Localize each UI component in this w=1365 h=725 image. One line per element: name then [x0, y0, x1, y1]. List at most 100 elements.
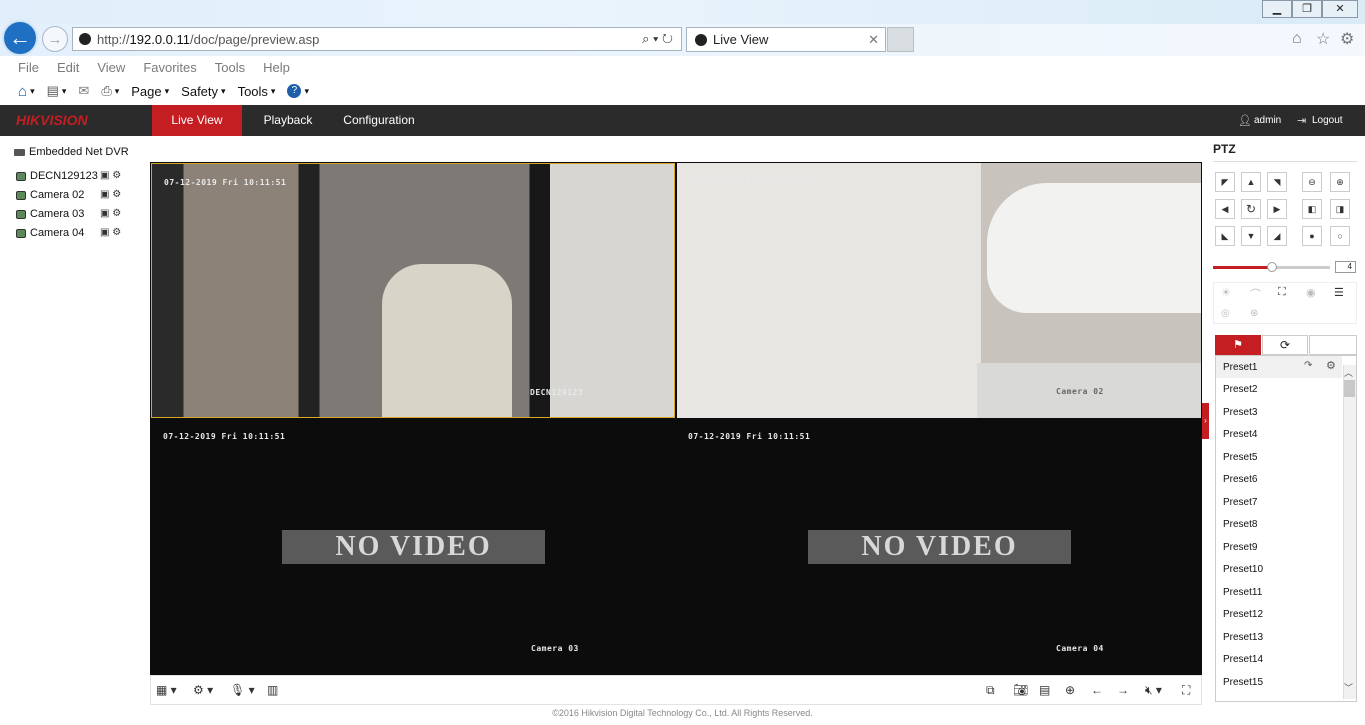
zoom-in-icon[interactable]: ⊕: [1330, 172, 1350, 192]
preset-item[interactable]: Preset4: [1223, 429, 1257, 440]
ptz-up-button[interactable]: ▲: [1241, 172, 1261, 192]
preset-item[interactable]: Preset1: [1223, 362, 1257, 373]
ptz-auto-button[interactable]: ↻: [1241, 199, 1261, 219]
speed-value[interactable]: 4: [1335, 261, 1356, 273]
focus-far-icon[interactable]: ◨: [1330, 199, 1350, 219]
preset-item[interactable]: Preset14: [1223, 654, 1263, 665]
preset-item[interactable]: Preset15: [1223, 677, 1263, 688]
channel-item[interactable]: Camera 03: [16, 208, 84, 220]
digital-zoom-icon[interactable]: ⊕: [1065, 683, 1075, 697]
wiper-icon[interactable]: ⌒: [1250, 286, 1261, 302]
ptz-up-right-button[interactable]: ◥: [1267, 172, 1287, 192]
record-icon[interactable]: ▣ ⚙: [100, 208, 121, 219]
3d-zoom-icon[interactable]: ⊛: [1250, 308, 1258, 319]
back-button[interactable]: ←: [2, 20, 38, 56]
stop-all-icon[interactable]: ▥: [267, 683, 278, 697]
print-icon[interactable]: ⎙ ▾: [101, 83, 119, 99]
record-icon[interactable]: ▣ ⚙: [100, 227, 121, 238]
dvr-root[interactable]: Embedded Net DVR: [14, 146, 129, 158]
preset-item[interactable]: Preset12: [1223, 609, 1263, 620]
menu-file[interactable]: File: [18, 60, 39, 75]
preset-item[interactable]: Preset8: [1223, 519, 1257, 530]
logout-link[interactable]: Logout: [1312, 115, 1343, 126]
call-preset-icon[interactable]: ↷: [1304, 360, 1312, 371]
previous-page-icon[interactable]: ←: [1091, 683, 1103, 697]
window-layout-icon[interactable]: ▦ ▾: [156, 683, 177, 697]
zoom-out-icon[interactable]: ⊖: [1302, 172, 1322, 192]
menu-icon[interactable]: ☰: [1334, 286, 1344, 299]
manual-track-icon[interactable]: ◎: [1221, 308, 1230, 319]
page-menu[interactable]: Page ▾: [131, 84, 169, 99]
record-icon[interactable]: ▣ ⚙: [100, 189, 121, 200]
patrol-tab-icon[interactable]: ⟳: [1262, 335, 1308, 355]
record-clip-icon[interactable]: ▤: [1039, 683, 1050, 697]
video-pane-3[interactable]: 07-12-2019 Fri 10:11:51 NO VIDEO Camera …: [151, 420, 675, 675]
channel-item[interactable]: Camera 04: [16, 227, 84, 239]
fullscreen-icon[interactable]: ⛶: [1182, 683, 1190, 698]
ptz-down-button[interactable]: ▼: [1241, 226, 1261, 246]
preset-item[interactable]: Preset13: [1223, 632, 1263, 643]
minimize-button[interactable]: ▁: [1262, 0, 1292, 18]
menu-view[interactable]: View: [97, 60, 125, 75]
capture-all-icon[interactable]: ⧉: [986, 683, 995, 698]
collapse-panel-handle[interactable]: ›: [1202, 403, 1209, 439]
ptz-right-button[interactable]: ▶: [1267, 199, 1287, 219]
channel-item[interactable]: Camera 02: [16, 189, 84, 201]
browser-tab[interactable]: Live View ✕: [686, 27, 886, 52]
tab-close-icon[interactable]: ✕: [868, 32, 879, 48]
speed-slider-handle[interactable]: [1267, 262, 1277, 272]
scroll-down-icon[interactable]: ﹀: [1344, 681, 1353, 694]
light-icon[interactable]: ☀: [1221, 286, 1231, 299]
video-pane-1[interactable]: 07-12-2019 Fri 10:11:51 DECN129123: [151, 163, 675, 418]
preset-scrollbar[interactable]: [1343, 365, 1356, 699]
snapshot-icon[interactable]: 📷︎: [1013, 683, 1028, 697]
volume-icon[interactable]: 🔇︎ ▾: [1145, 683, 1162, 698]
preset-item[interactable]: Preset9: [1223, 542, 1257, 553]
pattern-tab[interactable]: [1309, 335, 1357, 355]
preset-item[interactable]: Preset5: [1223, 452, 1257, 463]
address-bar[interactable]: http://192.0.0.11/doc/page/preview.asp ⌕…: [72, 27, 682, 51]
tab-playback[interactable]: Playback: [252, 105, 324, 136]
home-command-icon[interactable]: ⌂ ▾: [18, 83, 35, 100]
menu-tools[interactable]: Tools: [215, 60, 245, 75]
set-preset-gear-icon[interactable]: ⚙: [1326, 359, 1336, 372]
aux-focus-icon[interactable]: ⛶: [1278, 286, 1286, 299]
preset-item[interactable]: Preset2: [1223, 384, 1257, 395]
ptz-left-button[interactable]: ◀: [1215, 199, 1235, 219]
video-pane-4[interactable]: 07-12-2019 Fri 10:11:51 NO VIDEO Camera …: [677, 420, 1201, 675]
menu-favorites[interactable]: Favorites: [143, 60, 196, 75]
next-page-icon[interactable]: →: [1117, 683, 1129, 697]
preset-item[interactable]: Preset11: [1223, 587, 1262, 598]
record-icon[interactable]: ▣ ⚙: [100, 170, 121, 181]
iris-open-icon[interactable]: ○: [1330, 226, 1350, 246]
preset-item[interactable]: Preset10: [1223, 564, 1263, 575]
new-tab-button[interactable]: [887, 27, 914, 52]
init-lens-icon[interactable]: ◉: [1306, 286, 1316, 299]
preset-tab-flag-icon[interactable]: ⚑: [1215, 335, 1261, 355]
help-icon[interactable]: ? ▾: [287, 84, 309, 98]
iris-close-icon[interactable]: ●: [1302, 226, 1322, 246]
ptz-down-left-button[interactable]: ◣: [1215, 226, 1235, 246]
forward-button[interactable]: →: [42, 26, 68, 52]
scrollbar-thumb[interactable]: [1344, 380, 1355, 397]
favorites-star-icon[interactable]: ☆: [1316, 29, 1330, 49]
tab-live-view[interactable]: Live View: [152, 105, 242, 136]
maximize-button[interactable]: ❐: [1292, 0, 1322, 18]
preset-item[interactable]: Preset3: [1223, 407, 1257, 418]
video-pane-2[interactable]: 07-12-2019 Fri 10:11:50 Camera 02: [677, 163, 1201, 418]
safety-menu[interactable]: Safety ▾: [181, 84, 225, 99]
channel-item[interactable]: DECN129123: [16, 170, 98, 182]
focus-near-icon[interactable]: ◧: [1302, 199, 1322, 219]
preset-item[interactable]: Preset7: [1223, 497, 1257, 508]
close-window-button[interactable]: ✕: [1322, 0, 1358, 18]
menu-help[interactable]: Help: [263, 60, 290, 75]
search-icon[interactable]: ⌕ ▾ ↻: [642, 31, 673, 47]
menu-edit[interactable]: Edit: [57, 60, 79, 75]
tab-configuration[interactable]: Configuration: [336, 105, 422, 136]
tools-menu[interactable]: Tools ▾: [238, 84, 276, 99]
preset-item[interactable]: Preset6: [1223, 474, 1257, 485]
mail-icon[interactable]: ✉: [78, 83, 89, 99]
ptz-up-left-button[interactable]: ◤: [1215, 172, 1235, 192]
stream-type-icon[interactable]: ⚙ ▾: [193, 683, 213, 697]
settings-gear-icon[interactable]: ⚙: [1340, 29, 1354, 49]
